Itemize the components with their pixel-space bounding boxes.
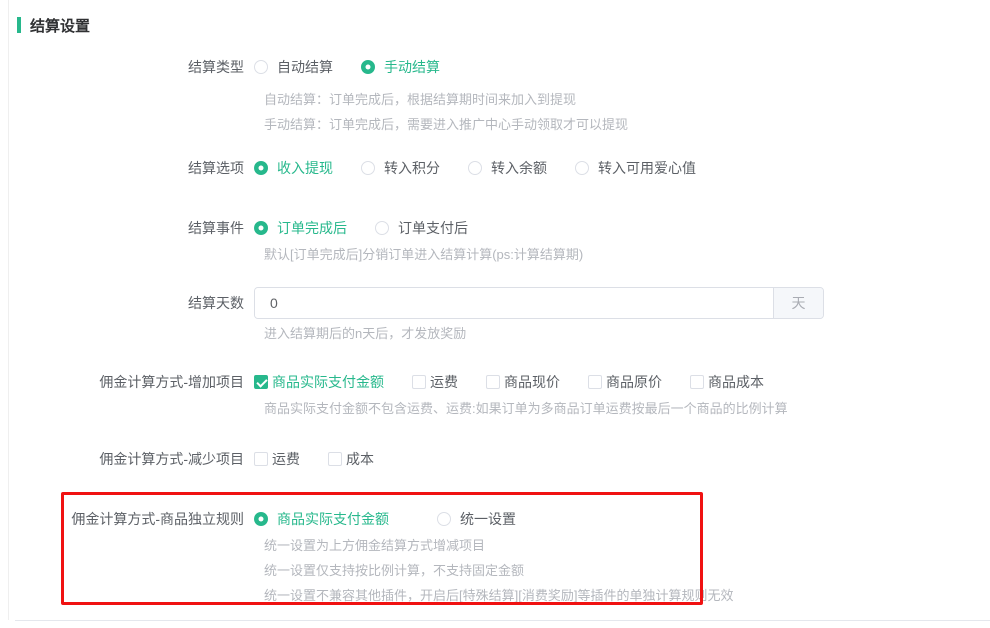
radio-option[interactable]: 自动结算 bbox=[254, 57, 333, 77]
checkbox-unchecked-icon[interactable] bbox=[412, 375, 426, 389]
settlement-type-tips: 自动结算：订单完成后，根据结算期时间来加入到提现 手动结算：订单完成后，需要进入… bbox=[264, 87, 990, 137]
settlement-days-unit-suffix: 天 bbox=[773, 288, 823, 318]
panel-bottom-divider bbox=[15, 620, 990, 621]
radio-option-label: 订单支付后 bbox=[398, 218, 468, 238]
settlement-type-label: 结算类型 bbox=[20, 57, 254, 77]
settlement-event-tips: 默认[订单完成后]分销订单进入结算计算(ps:计算结算期) bbox=[264, 242, 990, 267]
checkbox-option-label: 商品实际支付金额 bbox=[272, 372, 384, 392]
radio-unchecked-icon[interactable] bbox=[575, 161, 589, 175]
tip-text: 统一设置仅支持按比例计算，不支持固定金额 bbox=[264, 558, 990, 583]
settlement-event-radio-group: 订单完成后 订单支付后 bbox=[254, 218, 468, 238]
form-item-settlement-option: 结算选项 收入提现 转入积分 转入余额 转入可用爱心值 bbox=[20, 158, 990, 178]
radio-checked-icon[interactable] bbox=[361, 60, 375, 74]
commission-increase-tips: 商品实际支付金额不包含运费、运费:如果订单为多商品订单运费按最后一个商品的比例计… bbox=[264, 396, 990, 421]
form-item-product-rule: 佣金计算方式-商品独立规则 商品实际支付金额 统一设置 bbox=[20, 509, 990, 529]
settlement-option-radio-group: 收入提现 转入积分 转入余额 转入可用爱心值 bbox=[254, 158, 696, 178]
radio-option[interactable]: 转入积分 bbox=[361, 158, 440, 178]
radio-option[interactable]: 统一设置 bbox=[437, 509, 516, 529]
form-item-settlement-days: 结算天数 天 bbox=[20, 287, 990, 319]
radio-option-label: 自动结算 bbox=[277, 57, 333, 77]
commission-decrease-label: 佣金计算方式-减少项目 bbox=[20, 449, 254, 469]
checkbox-option[interactable]: 运费 bbox=[412, 372, 458, 392]
form-item-commission-increase: 佣金计算方式-增加项目 商品实际支付金额 运费 商品现价 商品原价 商品成本 bbox=[20, 372, 990, 392]
tip-text: 统一设置不兼容其他插件，开启后[特殊结算][消费奖励]等插件的单独计算规则无效 bbox=[264, 583, 990, 608]
checkbox-option-label: 商品现价 bbox=[504, 372, 560, 392]
radio-checked-icon[interactable] bbox=[254, 161, 268, 175]
settlement-days-input-group: 天 bbox=[254, 287, 824, 319]
radio-option[interactable]: 手动结算 bbox=[361, 57, 440, 77]
commission-increase-label: 佣金计算方式-增加项目 bbox=[20, 372, 254, 392]
form-item-settlement-event: 结算事件 订单完成后 订单支付后 bbox=[20, 218, 990, 238]
tip-text: 统一设置为上方佣金结算方式增减项目 bbox=[264, 533, 990, 558]
radio-option[interactable]: 商品实际支付金额 bbox=[254, 509, 389, 529]
settlement-days-input[interactable] bbox=[255, 288, 773, 318]
checkbox-checked-icon[interactable] bbox=[254, 375, 268, 389]
radio-option-label: 收入提现 bbox=[277, 158, 333, 178]
radio-option-label: 转入积分 bbox=[384, 158, 440, 178]
checkbox-option[interactable]: 商品现价 bbox=[486, 372, 560, 392]
radio-option-label: 统一设置 bbox=[460, 509, 516, 529]
settlement-event-label: 结算事件 bbox=[20, 218, 254, 238]
radio-option[interactable]: 转入可用爱心值 bbox=[575, 158, 696, 178]
radio-option-label: 订单完成后 bbox=[277, 218, 347, 238]
product-rule-tips: 统一设置为上方佣金结算方式增减项目 统一设置仅支持按比例计算，不支持固定金额 统… bbox=[264, 533, 990, 608]
settlement-days-label: 结算天数 bbox=[20, 293, 254, 313]
checkbox-option-label: 商品成本 bbox=[708, 372, 764, 392]
settlement-settings-panel: 结算设置 结算类型 自动结算 手动结算 自动结算：订单完成后，根据结算期时间来加入… bbox=[0, 0, 990, 608]
page-title: 结算设置 bbox=[30, 15, 90, 36]
form-item-settlement-type: 结算类型 自动结算 手动结算 bbox=[20, 57, 990, 77]
radio-option[interactable]: 转入余额 bbox=[468, 158, 547, 178]
checkbox-option-label: 运费 bbox=[272, 449, 300, 469]
tip-text: 进入结算期后的n天后，才发放奖励 bbox=[264, 321, 990, 346]
checkbox-unchecked-icon[interactable] bbox=[588, 375, 602, 389]
section-title-accent-bar bbox=[17, 17, 21, 33]
radio-unchecked-icon[interactable] bbox=[375, 221, 389, 235]
commission-increase-checkbox-group: 商品实际支付金额 运费 商品现价 商品原价 商品成本 bbox=[254, 372, 764, 392]
radio-unchecked-icon[interactable] bbox=[437, 512, 451, 526]
checkbox-option[interactable]: 商品实际支付金额 bbox=[254, 372, 384, 392]
radio-option-label: 转入余额 bbox=[491, 158, 547, 178]
checkbox-option-label: 商品原价 bbox=[606, 372, 662, 392]
form-item-commission-decrease: 佣金计算方式-减少项目 运费 成本 bbox=[20, 449, 990, 469]
checkbox-option[interactable]: 商品成本 bbox=[690, 372, 764, 392]
product-rule-radio-group: 商品实际支付金额 统一设置 bbox=[254, 509, 564, 529]
radio-option[interactable]: 订单支付后 bbox=[375, 218, 468, 238]
radio-option-label: 商品实际支付金额 bbox=[277, 509, 389, 529]
product-rule-label: 佣金计算方式-商品独立规则 bbox=[20, 509, 254, 529]
tip-text: 自动结算：订单完成后，根据结算期时间来加入到提现 bbox=[264, 87, 990, 112]
tip-text: 商品实际支付金额不包含运费、运费:如果订单为多商品订单运费按最后一个商品的比例计… bbox=[264, 396, 990, 421]
radio-unchecked-icon[interactable] bbox=[468, 161, 482, 175]
settlement-option-label: 结算选项 bbox=[20, 158, 254, 178]
checkbox-option[interactable]: 成本 bbox=[328, 449, 374, 469]
settlement-days-tips: 进入结算期后的n天后，才发放奖励 bbox=[264, 321, 990, 346]
tip-text: 手动结算：订单完成后，需要进入推广中心手动领取才可以提现 bbox=[264, 112, 990, 137]
section-title: 结算设置 bbox=[20, 14, 990, 36]
settlement-type-radio-group: 自动结算 手动结算 bbox=[254, 57, 440, 77]
checkbox-option[interactable]: 运费 bbox=[254, 449, 300, 469]
radio-option-label: 转入可用爱心值 bbox=[598, 158, 696, 178]
radio-option[interactable]: 收入提现 bbox=[254, 158, 333, 178]
radio-checked-icon[interactable] bbox=[254, 221, 268, 235]
commission-decrease-checkbox-group: 运费 成本 bbox=[254, 449, 374, 469]
checkbox-option-label: 运费 bbox=[430, 372, 458, 392]
radio-unchecked-icon[interactable] bbox=[254, 60, 268, 74]
radio-option-label: 手动结算 bbox=[384, 57, 440, 77]
checkbox-option[interactable]: 商品原价 bbox=[588, 372, 662, 392]
tip-text: 默认[订单完成后]分销订单进入结算计算(ps:计算结算期) bbox=[264, 242, 990, 267]
checkbox-unchecked-icon[interactable] bbox=[328, 452, 342, 466]
checkbox-unchecked-icon[interactable] bbox=[486, 375, 500, 389]
radio-checked-icon[interactable] bbox=[254, 512, 268, 526]
radio-unchecked-icon[interactable] bbox=[361, 161, 375, 175]
checkbox-option-label: 成本 bbox=[346, 449, 374, 469]
checkbox-unchecked-icon[interactable] bbox=[690, 375, 704, 389]
checkbox-unchecked-icon[interactable] bbox=[254, 452, 268, 466]
radio-option[interactable]: 订单完成后 bbox=[254, 218, 347, 238]
